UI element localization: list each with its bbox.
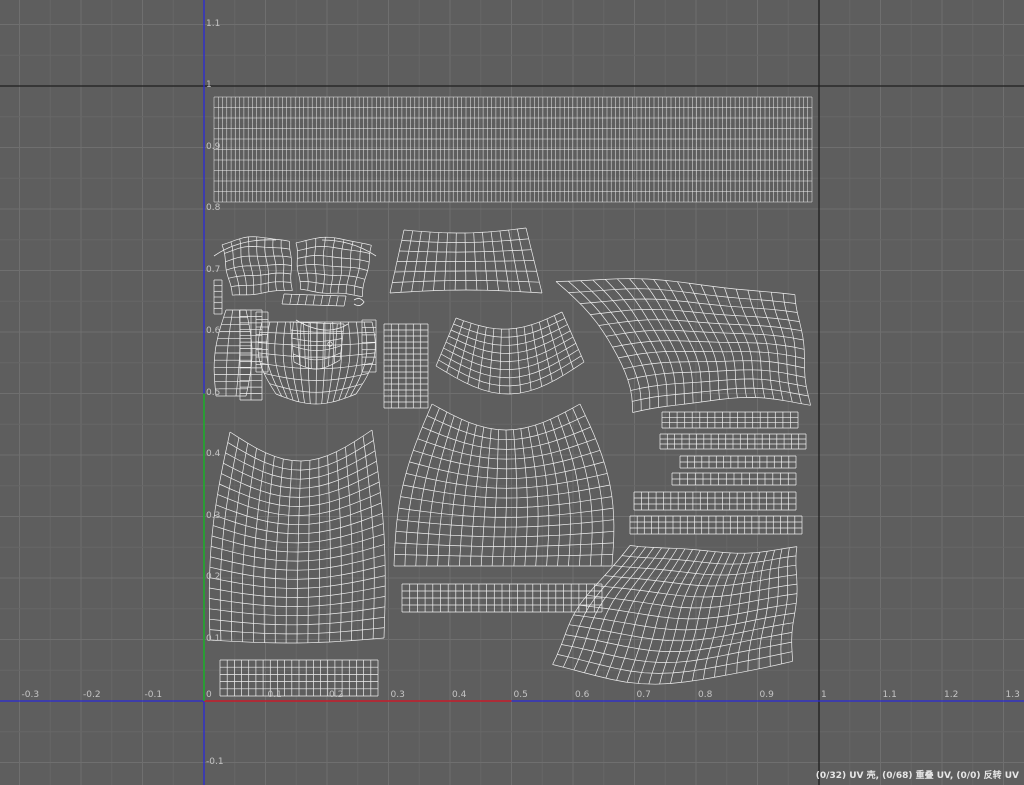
v-tick-label: 0.5 [206, 387, 221, 398]
u-tick-label: 0.7 [636, 690, 651, 700]
u-tick-label: 0 [206, 690, 212, 700]
v-tick-label: 1.1 [206, 18, 221, 29]
u-tick-label: 1.2 [944, 690, 959, 700]
u-tick-label: 1.3 [1005, 690, 1020, 700]
v-tick-label: -0.1 [206, 756, 224, 767]
uv-strip-bottom-center[interactable] [401, 583, 603, 613]
uv-strip-r2[interactable] [659, 433, 807, 450]
uv-shells[interactable] [208, 96, 813, 697]
v-tick-label: 0.6 [206, 326, 221, 336]
uv-shell-waistband[interactable] [213, 96, 813, 203]
u-tick-label: 1 [821, 690, 827, 700]
uv-editor-viewport[interactable]: -0.3 -0.2 -0.1 0 0.1 0.2 0.3 0.4 0.5 0.6 0.7 0.8 0.9… [0, 0, 1024, 785]
v-tick-label: 0.4 [206, 449, 221, 459]
uv-shell-right-upper[interactable] [555, 278, 811, 413]
u-tick-label: 0.2 [329, 690, 344, 700]
u-tick-label: 0.8 [698, 690, 713, 700]
u-tick-label: 0.5 [513, 690, 528, 700]
uv-shell-skirt-fan[interactable] [435, 311, 585, 395]
u-tick-label: 0.3 [390, 690, 405, 700]
uv-strip-r4[interactable] [671, 472, 797, 486]
uv-strip-bottom-left[interactable] [219, 659, 379, 697]
uv-strip-r3[interactable] [679, 455, 797, 469]
uv-shell-small-a[interactable] [221, 236, 293, 296]
v-tick-label: 0.3 [206, 510, 221, 521]
uv-strip-r6[interactable] [629, 515, 803, 535]
u-tick-label: 0.9 [759, 690, 774, 700]
uv-strip-r5[interactable] [633, 491, 797, 511]
uv-strip-vertical[interactable] [383, 323, 429, 409]
v-tick-label: 0.8 [206, 203, 221, 213]
uv-shell-tank-back[interactable] [208, 429, 386, 644]
u-tick-label: -0.1 [144, 690, 163, 700]
u-tick-label: -0.2 [83, 690, 101, 700]
uv-shell-small-b[interactable] [295, 236, 372, 298]
u-tick-label: 0.1 [267, 690, 282, 700]
u-tick-label: 1.1 [882, 690, 897, 700]
v-tick-label: 1 [206, 80, 212, 90]
u-tick-label: -0.3 [21, 690, 40, 700]
uv-shell-small-c[interactable] [281, 293, 347, 307]
v-tick-label: 0.2 [206, 572, 221, 582]
uv-strip-small-v1[interactable] [213, 279, 223, 315]
uv-status-text: (0/32) UV 壳, (0/68) 重叠 UV, (0/0) 反转 UV [815, 771, 1019, 781]
v-tick-label: 0.9 [206, 141, 221, 152]
u-tick-label: 0.4 [452, 690, 467, 700]
uv-shell-skirt-top[interactable] [389, 227, 543, 294]
uv-strip-r1[interactable] [661, 411, 799, 429]
v-tick-label: 0.7 [206, 264, 221, 275]
v-tick-label: 0.1 [206, 633, 221, 644]
uv-shell-tank-front[interactable] [393, 403, 615, 567]
uv-canvas[interactable] [0, 0, 1024, 785]
u-tick-label: 0.6 [575, 690, 590, 700]
